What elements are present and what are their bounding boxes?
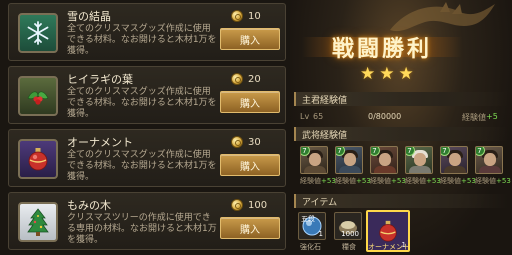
coin-icon	[231, 10, 243, 22]
section-title: アイテム	[302, 198, 338, 208]
item-description: 全てのクリスマスグッズ作成に使用できる材料。なお開けると木材1万を獲得。	[67, 150, 217, 182]
price: 30	[231, 136, 261, 148]
item-count: 1	[318, 230, 323, 238]
price-value: 100	[248, 199, 268, 211]
exp-gain: +5	[486, 112, 498, 121]
shop-panel: 雪の結晶 全てのクリスマスグッズ作成に使用できる材料。なお開けると木材1万を獲得…	[0, 0, 290, 255]
item-name: 雪の結晶	[67, 10, 111, 23]
exp-label: 経験値	[440, 177, 461, 185]
price: 20	[231, 73, 261, 85]
coin-icon	[231, 136, 243, 148]
star-rating: ★ ★ ★	[360, 66, 414, 83]
exp-gain: +53	[391, 177, 406, 185]
ornament-icon	[379, 220, 397, 242]
shop-item-holly-leaf: ヒイラギの葉 全てのクリスマスグッズ作成に使用できる材料。なお開けると木材1万を…	[8, 66, 286, 124]
item-name: ヒイラギの葉	[67, 73, 133, 86]
price: 100	[231, 199, 267, 211]
general-exp: 経験値+53	[405, 176, 441, 186]
general-portrait: 7	[475, 146, 503, 174]
holly-icon	[18, 76, 58, 116]
buy-button[interactable]: 購入	[220, 217, 280, 239]
general-card: 7 経験値+53	[475, 146, 511, 186]
battle-result-panel: 戦闘勝利 ★ ★ ★ 主君経験値 Lv 65 0/80000 経験値 +5 武将…	[290, 0, 512, 255]
level-value: 65	[313, 112, 324, 121]
general-exp: 経験値+53	[440, 176, 476, 186]
shop-item-snow-crystal: 雪の結晶 全てのクリスマスグッズ作成に使用できる材料。なお開けると木材1万を獲得…	[8, 3, 286, 61]
item-count: 1000	[341, 230, 359, 238]
exp-gain: +53	[496, 177, 511, 185]
item-name: 糧食	[342, 243, 356, 251]
exp-label: 経験値	[370, 177, 391, 185]
exp-gain: +53	[356, 177, 371, 185]
item-reward-header: アイテム	[294, 194, 508, 208]
exp-label: 経験値	[405, 177, 426, 185]
general-exp: 経験値+53	[475, 176, 511, 186]
price: 10	[231, 10, 261, 22]
general-exp: 経験値+53	[370, 176, 406, 186]
lord-exp-header: 主君経験値	[294, 92, 508, 106]
general-portrait: 7	[405, 146, 433, 174]
item-name: 強化石	[300, 243, 321, 251]
section-title: 主君経験値	[302, 96, 348, 106]
lord-exp-row: Lv 65 0/80000 経験値 +5	[300, 112, 504, 124]
star-icon: ★	[398, 64, 414, 84]
item-description: 全てのクリスマスグッズ作成に使用できる材料。なお開けると木材1万を獲得。	[67, 24, 217, 56]
item-name: オーナメント	[368, 243, 410, 251]
general-card: 7 経験値+53	[300, 146, 336, 186]
shop-item-fir-tree: もみの木 クリスマスツリーの作成に使用できる専用の材料。なお開けると木材1万を獲…	[8, 192, 286, 250]
exp-gain: +53	[461, 177, 476, 185]
item-description: クリスマスツリーの作成に使用できる専用の材料。なお開けると木材1万を獲得。	[67, 213, 217, 245]
reward-item-slot[interactable]: 五段 1	[298, 212, 326, 240]
general-card: 7 経験値+53	[405, 146, 441, 186]
exp-gain: +53	[426, 177, 441, 185]
exp-gain: +53	[321, 177, 336, 185]
general-portrait: 7	[370, 146, 398, 174]
level-label: Lv	[300, 112, 310, 121]
exp-label: 経験値	[462, 113, 486, 122]
item-description: 全てのクリスマスグッズ作成に使用できる材料。なお開けると木材1万を獲得。	[67, 87, 217, 119]
coin-icon	[231, 73, 243, 85]
section-title: 武将経験値	[302, 131, 348, 141]
reward-item-slot[interactable]: 1000	[334, 212, 362, 240]
star-icon: ★	[379, 64, 395, 84]
item-tag: 五段	[301, 215, 315, 223]
coin-icon	[231, 199, 243, 211]
buy-button[interactable]: 購入	[220, 91, 280, 113]
general-portrait: 7	[300, 146, 328, 174]
exp-label: 経験値	[335, 177, 356, 185]
general-portrait: 7	[335, 146, 363, 174]
fir-tree-icon	[18, 202, 58, 242]
item-name: オーナメント	[67, 136, 133, 149]
price-value: 10	[248, 10, 261, 22]
item-name: もみの木	[67, 199, 111, 212]
general-exp: 経験値+53	[300, 176, 336, 186]
price-value: 30	[248, 136, 261, 148]
buy-button[interactable]: 購入	[220, 28, 280, 50]
victory-title: 戦闘勝利	[331, 36, 432, 62]
snowflake-icon	[18, 13, 58, 53]
victory-banner: 戦闘勝利	[302, 30, 462, 64]
ornament-icon	[18, 139, 58, 179]
general-card: 7 経験値+53	[370, 146, 406, 186]
shop-item-ornament: オーナメント 全てのクリスマスグッズ作成に使用できる材料。なお開けると木材1万を…	[8, 129, 286, 187]
star-icon: ★	[360, 64, 376, 84]
general-exp-header: 武将経験値	[294, 127, 508, 141]
general-card: 7 経験値+53	[335, 146, 371, 186]
exp-progress: 0/80000	[368, 112, 402, 121]
exp-label: 経験値	[300, 177, 321, 185]
price-value: 20	[248, 73, 261, 85]
general-portrait: 7	[440, 146, 468, 174]
general-exp: 経験値+53	[335, 176, 371, 186]
general-card: 7 経験値+53	[440, 146, 476, 186]
exp-label: 経験値	[475, 177, 496, 185]
buy-button[interactable]: 購入	[220, 154, 280, 176]
